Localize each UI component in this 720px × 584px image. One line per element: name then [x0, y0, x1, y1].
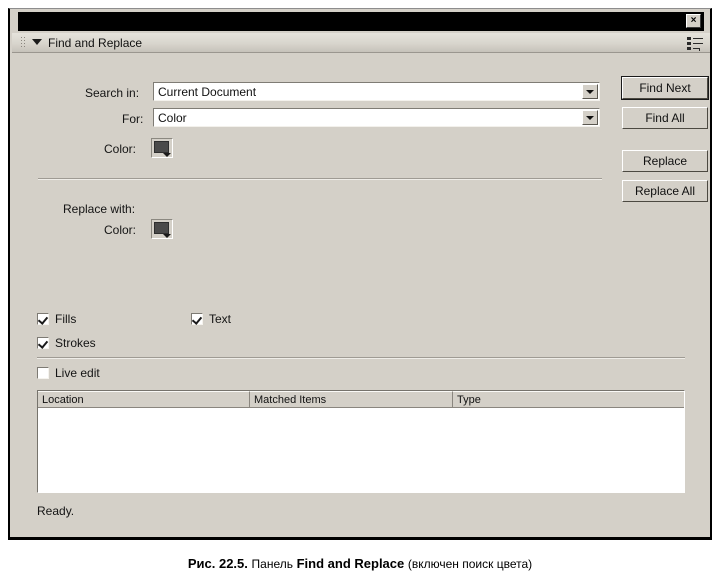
text-label: Text	[209, 312, 232, 326]
search-in-combo[interactable]: Current Document	[153, 82, 600, 101]
panel-body: Search in: Current Document For: Color C…	[12, 54, 710, 537]
close-icon[interactable]: ×	[686, 14, 701, 28]
status-text: Ready.	[37, 504, 75, 518]
replace-color-label: Color:	[104, 223, 137, 237]
color-chip	[154, 222, 169, 234]
for-combo[interactable]: Color	[153, 108, 600, 127]
find-and-replace-window: × Find and Replace Search in: Current Do…	[8, 8, 712, 540]
search-in-label: Search in:	[85, 86, 140, 100]
chevron-down-icon[interactable]	[582, 110, 598, 125]
section-divider-2	[37, 357, 685, 359]
window-titlebar: ×	[18, 12, 704, 31]
results-list[interactable]: Location Matched Items Type	[37, 390, 685, 493]
caption-panel-name: Find and Replace	[296, 556, 405, 571]
chevron-down-icon	[163, 153, 171, 157]
chevron-down-icon	[163, 234, 171, 238]
search-in-value: Current Document	[158, 85, 257, 99]
fills-label: Fills	[55, 312, 77, 326]
replace-button[interactable]: Replace	[622, 150, 708, 172]
drag-grip-icon[interactable]	[21, 37, 26, 49]
figure-caption: Рис. 22.5. Панель Find and Replace (вклю…	[0, 556, 720, 571]
column-location[interactable]: Location	[38, 391, 250, 407]
live-edit-label: Live edit	[55, 366, 100, 380]
chevron-down-icon[interactable]	[582, 84, 598, 99]
color-chip	[154, 141, 169, 153]
find-all-button[interactable]: Find All	[622, 107, 708, 129]
section-divider-1	[38, 178, 602, 180]
results-column-header: Location Matched Items Type	[38, 391, 684, 408]
caption-figure-number: Рис. 22.5.	[187, 556, 248, 571]
replace-color-swatch[interactable]	[151, 219, 173, 239]
search-color-swatch[interactable]	[151, 138, 173, 158]
figure-container: × Find and Replace Search in: Current Do…	[0, 0, 720, 584]
panel-menu-icon[interactable]	[687, 36, 703, 51]
find-next-button[interactable]: Find Next	[621, 76, 709, 100]
column-matched-items[interactable]: Matched Items	[250, 391, 453, 407]
for-label: For:	[122, 112, 144, 126]
panel-title: Find and Replace	[48, 36, 143, 50]
for-value: Color	[158, 111, 187, 125]
caption-text-before: Панель	[251, 557, 293, 571]
replace-all-button[interactable]: Replace All	[622, 180, 708, 202]
text-checkbox[interactable]	[191, 313, 203, 325]
search-color-label: Color:	[104, 142, 137, 156]
live-edit-checkbox[interactable]	[37, 367, 49, 379]
column-type[interactable]: Type	[453, 391, 684, 407]
replace-with-label: Replace with:	[63, 202, 136, 216]
strokes-checkbox[interactable]	[37, 337, 49, 349]
strokes-label: Strokes	[55, 336, 96, 350]
fills-checkbox[interactable]	[37, 313, 49, 325]
chevron-down-icon[interactable]	[32, 39, 42, 45]
panel-header: Find and Replace	[12, 33, 710, 53]
caption-text-after: (включен поиск цвета)	[407, 557, 533, 571]
